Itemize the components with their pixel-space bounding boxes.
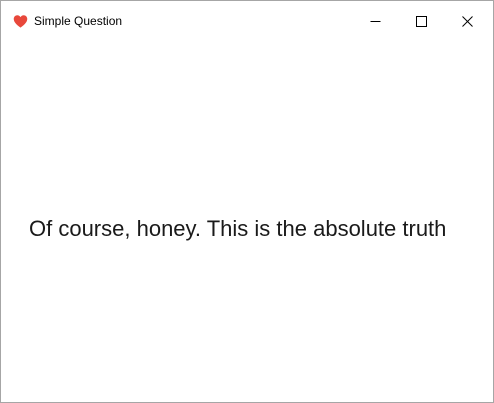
close-icon	[461, 15, 473, 27]
maximize-icon	[415, 15, 427, 27]
minimize-icon	[370, 16, 381, 27]
title-bar[interactable]: Simple Question	[1, 1, 493, 41]
maximize-button[interactable]	[398, 1, 444, 41]
window-title: Simple Question	[34, 14, 123, 28]
message-label: Of course, honey. This is the absolute t…	[29, 216, 447, 241]
close-button[interactable]	[444, 1, 490, 41]
heart-icon	[13, 14, 28, 29]
client-area: Of course, honey. This is the absolute t…	[1, 41, 493, 402]
app-window: Simple Question Of course, honey. This i…	[0, 0, 494, 403]
minimize-button[interactable]	[352, 1, 398, 41]
